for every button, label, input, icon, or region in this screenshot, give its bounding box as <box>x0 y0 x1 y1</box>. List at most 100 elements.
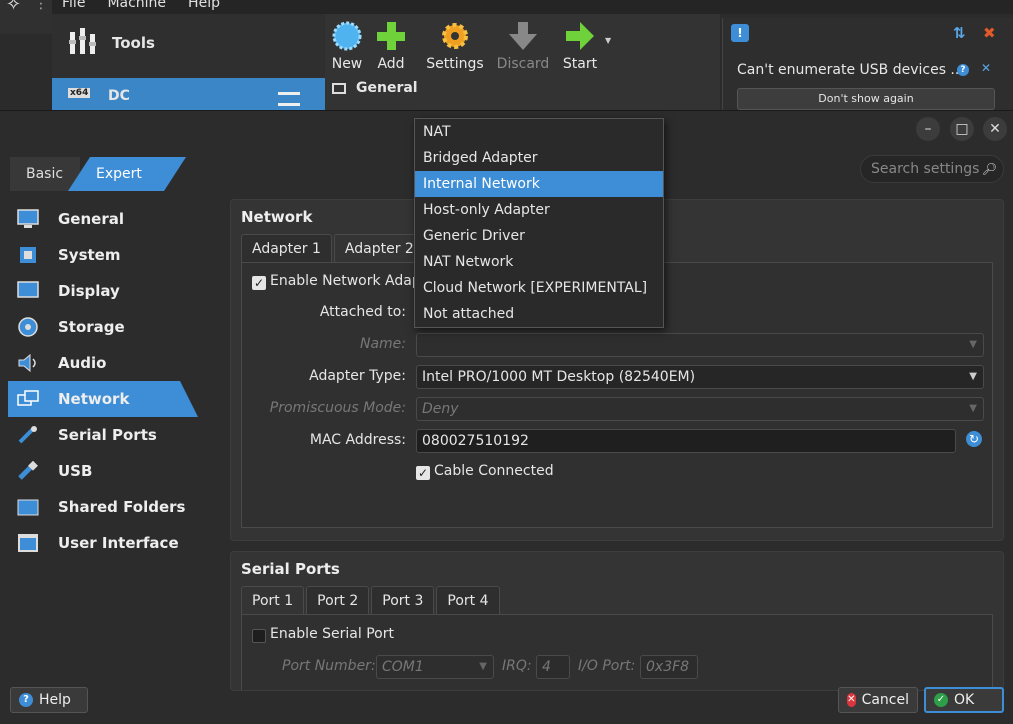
nav-item-network[interactable]: Network <box>8 381 198 417</box>
option-generic-driver[interactable]: Generic Driver <box>415 223 663 249</box>
notification-center: ! ⇅ ✖ Can't enumerate USB devices ... ? … <box>722 18 1013 110</box>
discard-button[interactable]: Discard <box>493 20 553 72</box>
pin-tools-button[interactable]: ✧ ⋮ <box>0 0 52 34</box>
tab-adapter-1[interactable]: Adapter 1 <box>241 234 332 262</box>
nav-item-usb[interactable]: USB <box>8 453 208 489</box>
menu-help[interactable]: Help <box>188 0 220 11</box>
nav-label-storage: Storage <box>58 318 125 336</box>
option-nat-network[interactable]: NAT Network <box>415 249 663 275</box>
tools-item[interactable]: Tools <box>66 26 155 60</box>
close-notification-icon[interactable]: ✕ <box>981 61 991 75</box>
mode-expert-tab[interactable]: Expert <box>68 157 186 191</box>
io-port-field[interactable]: 0x3F8 <box>640 655 698 679</box>
pin-icon: ✧ <box>6 0 22 15</box>
adapter-type-value: Intel PRO/1000 MT Desktop (82540EM) <box>422 369 696 385</box>
os-x64-icon: x64 <box>68 88 91 98</box>
serial-ports-section: Serial Ports Port 1 Port 2 Port 3 Port 4… <box>230 551 1004 691</box>
port-number-value: COM1 <box>382 659 424 675</box>
vm-name: DC <box>108 88 130 104</box>
network-section-title: Network <box>241 208 313 226</box>
settings-button[interactable]: Settings <box>425 20 485 72</box>
new-starburst-icon <box>331 20 363 52</box>
dont-show-again-label: Don't show again <box>818 92 914 105</box>
tools-label: Tools <box>112 34 155 52</box>
menu-file[interactable]: File <box>62 0 85 11</box>
nav-item-shared-folders[interactable]: Shared Folders <box>8 489 208 525</box>
tab-adapter-2[interactable]: Adapter 2 <box>333 234 425 262</box>
details-general-label: General <box>356 80 418 96</box>
menu-machine[interactable]: Machine <box>107 0 166 11</box>
minimize-icon: – <box>924 121 932 137</box>
close-icon: ✕ <box>989 121 1001 137</box>
nav-label-display: Display <box>58 282 120 300</box>
mac-address-field[interactable]: 080027510192 <box>416 429 956 453</box>
serial-section-title: Serial Ports <box>241 560 340 578</box>
help-icon[interactable]: ? <box>957 64 969 76</box>
nav-item-general[interactable]: General <box>8 201 208 237</box>
chevron-down-icon: ▼ <box>969 403 977 414</box>
option-internal-network[interactable]: Internal Network <box>415 171 663 197</box>
option-bridged-adapter[interactable]: Bridged Adapter <box>415 145 663 171</box>
vm-menu-icon[interactable] <box>278 92 300 106</box>
cancel-icon: ✕ <box>847 693 856 707</box>
search-settings-input[interactable]: Search settings 🔎︎ <box>860 155 1004 183</box>
nav-item-serial-ports[interactable]: Serial Ports <box>8 417 208 453</box>
promiscuous-label: Promiscuous Mode: <box>269 400 406 416</box>
refresh-mac-icon[interactable]: ↻ <box>966 431 982 447</box>
serial-icon <box>16 423 40 447</box>
tab-port-4[interactable]: Port 4 <box>436 586 500 614</box>
mode-basic-tab[interactable]: Basic <box>10 157 80 191</box>
promiscuous-combo[interactable]: Deny ▼ <box>416 397 984 421</box>
attached-to-dropdown-list: NAT Bridged Adapter Internal Network Hos… <box>414 118 664 328</box>
sort-icon[interactable]: ⇅ <box>953 24 966 42</box>
dont-show-again-button[interactable]: Don't show again <box>737 88 995 110</box>
help-button[interactable]: ? Help <box>10 687 88 713</box>
help-icon: ? <box>19 693 33 707</box>
name-combo[interactable]: ▼ <box>416 333 984 357</box>
tab-port-3[interactable]: Port 3 <box>371 586 435 614</box>
enable-serial-label: Enable Serial Port <box>270 626 394 642</box>
attached-to-label: Attached to: <box>319 304 406 320</box>
option-host-only-adapter[interactable]: Host-only Adapter <box>415 197 663 223</box>
search-placeholder: Search settings <box>871 161 980 177</box>
cable-connected-checkbox[interactable]: ✓ <box>416 466 430 480</box>
io-port-label: I/O Port: <box>578 658 636 674</box>
nav-item-user-interface[interactable]: User Interface <box>8 525 208 561</box>
add-button[interactable]: Add <box>361 20 421 72</box>
nav-item-audio[interactable]: Audio <box>8 345 208 381</box>
notification-icon: ! <box>731 24 749 42</box>
gear-icon <box>439 20 471 52</box>
kebab-menu-icon[interactable]: ⋮ <box>34 0 48 12</box>
enable-adapter-checkbox[interactable]: ✓ <box>252 276 266 290</box>
minimize-button[interactable]: – <box>916 117 940 141</box>
start-label: Start <box>562 56 598 72</box>
tab-port-2[interactable]: Port 2 <box>306 586 370 614</box>
option-not-attached[interactable]: Not attached <box>415 301 663 327</box>
start-button[interactable]: Start <box>550 20 610 72</box>
clear-notifications-icon[interactable]: ✖ <box>983 24 996 42</box>
nav-item-system[interactable]: System <box>8 237 208 273</box>
option-cloud-network[interactable]: Cloud Network [EXPERIMENTAL] <box>415 275 663 301</box>
option-nat[interactable]: NAT <box>415 119 663 145</box>
irq-field[interactable]: 4 <box>536 655 570 679</box>
chevron-down-icon: ▼ <box>969 371 977 382</box>
adapter-type-combo[interactable]: Intel PRO/1000 MT Desktop (82540EM) ▼ <box>416 365 984 389</box>
nav-label-system: System <box>58 246 121 264</box>
checkmark-icon: ✓ <box>934 693 948 707</box>
irq-label: IRQ: <box>502 658 532 674</box>
close-button[interactable]: ✕ <box>983 117 1007 141</box>
start-dropdown-icon[interactable]: ▼ <box>605 36 611 45</box>
maximize-button[interactable]: □ <box>950 117 974 141</box>
port-number-combo[interactable]: COM1 ▼ <box>376 655 494 679</box>
nav-item-display[interactable]: Display <box>8 273 208 309</box>
usb-icon <box>16 459 40 483</box>
vm-item-dc[interactable]: x64 DC <box>52 78 325 110</box>
cancel-button[interactable]: ✕ Cancel <box>838 687 918 713</box>
tab-port-1[interactable]: Port 1 <box>241 586 305 614</box>
chevron-down-icon: ▼ <box>479 661 487 672</box>
enable-serial-checkbox[interactable] <box>252 629 266 643</box>
speaker-icon <box>16 351 40 375</box>
monitor-icon <box>16 207 40 231</box>
ok-button[interactable]: ✓ OK <box>924 687 1004 713</box>
nav-item-storage[interactable]: Storage <box>8 309 208 345</box>
